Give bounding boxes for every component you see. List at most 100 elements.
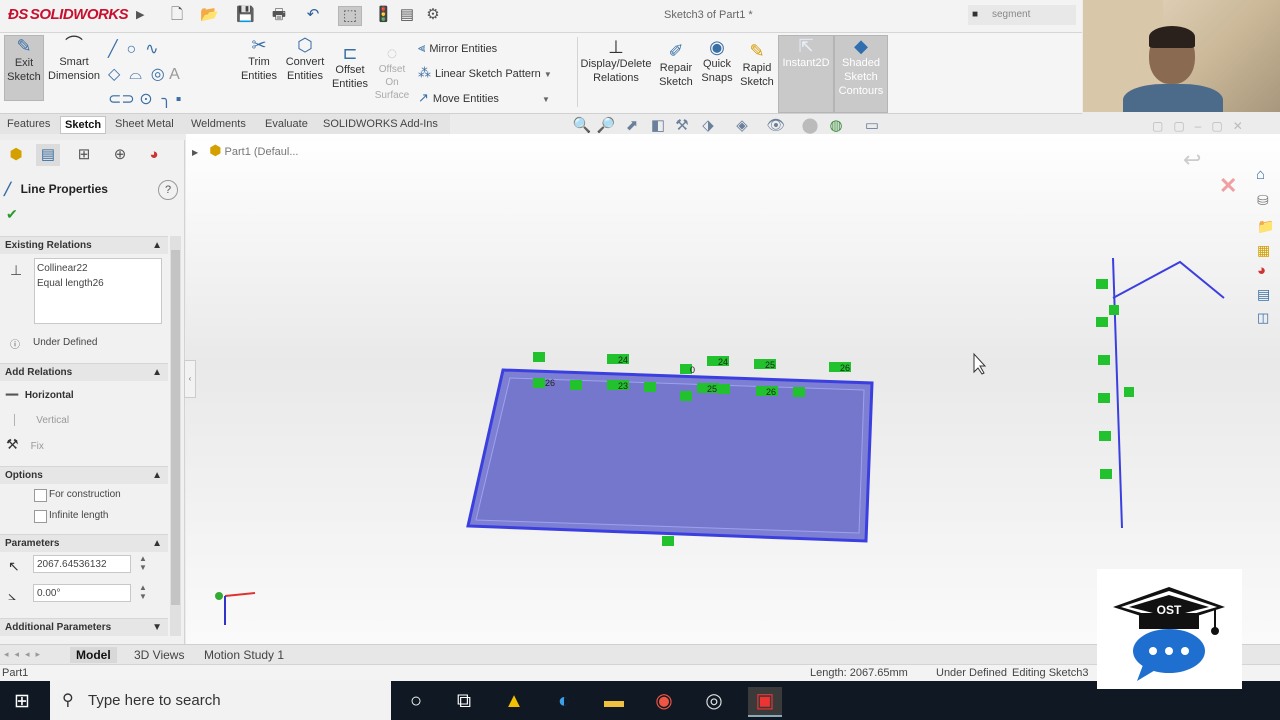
panel-scrollbar[interactable]: [170, 236, 181, 636]
obs-app-icon[interactable]: ◎: [700, 687, 728, 715]
parameters-header[interactable]: Parameters ▲: [0, 534, 168, 552]
tab-motion-study[interactable]: Motion Study 1: [198, 647, 290, 663]
tab-3d-views[interactable]: 3D Views: [128, 647, 190, 663]
existing-relations-header[interactable]: Existing Relations ▲: [0, 236, 168, 254]
relation-glyph[interactable]: [1099, 431, 1111, 441]
relation-glyph[interactable]: [1109, 305, 1119, 315]
coordinate-triad: [215, 592, 256, 625]
relation-glyph[interactable]: [1096, 279, 1108, 289]
relation-tag: 24: [618, 355, 628, 365]
relation-tag: 25: [765, 360, 775, 370]
bottom-tabs: ◂◂◂▸ Model 3D Views Motion Study 1: [0, 644, 1280, 665]
tab-model[interactable]: Model: [70, 647, 117, 663]
relation-tag: 26: [766, 387, 776, 397]
feature-manager-tab-icon[interactable]: ⬢: [4, 144, 28, 166]
status-bar: Part1 Length: 2067.65mm Under Defined Ed…: [0, 664, 1280, 681]
collapse-icon[interactable]: ▲: [152, 364, 162, 382]
status-length: Length: 2067.65mm: [810, 667, 908, 679]
for-construction-checkbox[interactable]: [34, 489, 47, 502]
horizontal-label: Horizontal: [24, 390, 74, 401]
line-properties-icon: ╱: [4, 182, 12, 196]
length-input[interactable]: 2067.64536132: [33, 555, 131, 573]
collapse-icon[interactable]: ▲: [152, 535, 162, 553]
relation-glyph[interactable]: [1100, 469, 1112, 479]
options-header[interactable]: Options ▲: [0, 466, 168, 484]
relation-glyph[interactable]: [1098, 393, 1110, 403]
relation-glyph[interactable]: [718, 384, 730, 394]
vertical-label: Vertical: [36, 415, 70, 426]
vertical-sketch-line[interactable]: [1112, 257, 1123, 529]
status-part-name: Part1: [2, 667, 29, 679]
mouse-cursor-icon: [973, 352, 987, 375]
add-relations-header[interactable]: Add Relations ▲: [0, 363, 168, 381]
relation-tag: 0: [690, 365, 695, 375]
fix-icon: ⚒: [6, 436, 19, 452]
angle-input[interactable]: 0.00°: [33, 584, 131, 602]
relation-glyph[interactable]: [793, 387, 805, 397]
existing-relations-list[interactable]: Collinear22 Equal length26: [34, 258, 162, 324]
presenter-shirt: [1123, 84, 1223, 112]
sketch-offset-contour[interactable]: [475, 377, 865, 534]
taskbar-search-placeholder: Type here to search: [88, 692, 221, 709]
relation-glyph[interactable]: [644, 382, 656, 392]
relation-glyph[interactable]: [1124, 387, 1134, 397]
collapse-icon[interactable]: ▲: [152, 237, 162, 255]
for-construction-label: For construction: [49, 489, 121, 500]
add-relations-title: Add Relations: [5, 367, 73, 378]
options-title: Options: [5, 470, 43, 481]
dimxpert-tab-icon[interactable]: ⊕: [108, 144, 132, 166]
windows-start-icon[interactable]: ⊞: [14, 690, 30, 713]
relation-glyph[interactable]: [570, 380, 582, 390]
expand-icon[interactable]: ▼: [152, 619, 162, 637]
relation-glyph[interactable]: [1096, 317, 1108, 327]
configuration-manager-tab-icon[interactable]: ⊞: [72, 144, 96, 166]
scrollbar-thumb[interactable]: [171, 250, 180, 605]
panel-collapse-handle[interactable]: ‹: [184, 360, 196, 398]
webcam-overlay: [1083, 0, 1280, 112]
vertical-icon: │: [12, 415, 19, 426]
relation-glyph[interactable]: [533, 352, 545, 362]
relation-glyph[interactable]: [680, 391, 692, 401]
edge-app-icon[interactable]: ◐: [550, 687, 578, 715]
fix-relation-button[interactable]: ⚒ Fix: [6, 436, 44, 453]
property-manager: ⬢ ▤ ⊞ ⊕ ◕ ╱ Line Properties ? ✔ Existing…: [0, 140, 185, 645]
infinite-length-checkbox[interactable]: [34, 510, 47, 523]
relation-glyph[interactable]: [1098, 355, 1110, 365]
angle-spinner[interactable]: ▲ ▼: [139, 583, 147, 601]
display-manager-tab-icon[interactable]: ◕: [142, 144, 166, 166]
solidworks-app-icon[interactable]: ▣: [748, 687, 782, 717]
task-view-icon[interactable]: ⧉: [450, 687, 478, 715]
autocad-app-icon[interactable]: ▲: [500, 687, 528, 715]
file-explorer-app-icon[interactable]: ▬: [600, 687, 628, 715]
help-icon[interactable]: ?: [158, 180, 178, 200]
additional-parameters-header[interactable]: Additional Parameters ▼: [0, 618, 168, 636]
chrome-app-icon[interactable]: ◉: [650, 687, 678, 715]
existing-relations-title: Existing Relations: [5, 240, 92, 251]
length-icon: ↖: [8, 558, 20, 574]
definition-status: Under Defined: [33, 337, 98, 348]
horizontal-icon: ━━: [6, 390, 19, 401]
relation-item[interactable]: Equal length26: [35, 274, 161, 289]
angled-sketch-lines[interactable]: [1112, 260, 1225, 299]
taskbar-search-icon: ⚲: [62, 692, 74, 709]
relation-item[interactable]: Collinear22: [35, 259, 161, 274]
relations-symbol-icon: ⊥: [10, 262, 23, 278]
horizontal-relation-button[interactable]: ━━ Horizontal: [6, 390, 74, 401]
info-icon: ⓘ: [10, 340, 20, 351]
length-spinner[interactable]: ▲ ▼: [139, 554, 147, 572]
collapse-icon[interactable]: ▲: [152, 467, 162, 485]
vertical-relation-button[interactable]: │ Vertical: [6, 415, 69, 426]
relation-glyph[interactable]: [533, 378, 545, 388]
additional-parameters-title: Additional Parameters: [5, 622, 112, 633]
ost-watermark-logo: OST: [1097, 569, 1242, 689]
parameters-title: Parameters: [5, 538, 60, 549]
relation-glyph[interactable]: [662, 536, 674, 546]
property-manager-tab-icon[interactable]: ▤: [36, 144, 60, 166]
status-editing: Editing Sketch3: [1012, 667, 1089, 679]
cortana-icon[interactable]: ○: [402, 687, 430, 715]
ok-checkmark-icon[interactable]: ✔: [6, 206, 18, 223]
presenter-hair: [1149, 26, 1195, 48]
tab-scroll-arrows[interactable]: ◂◂◂▸: [4, 649, 46, 660]
relation-tag: 24: [718, 357, 728, 367]
taskbar-search-box[interactable]: ⚲ Type here to search: [50, 681, 391, 720]
